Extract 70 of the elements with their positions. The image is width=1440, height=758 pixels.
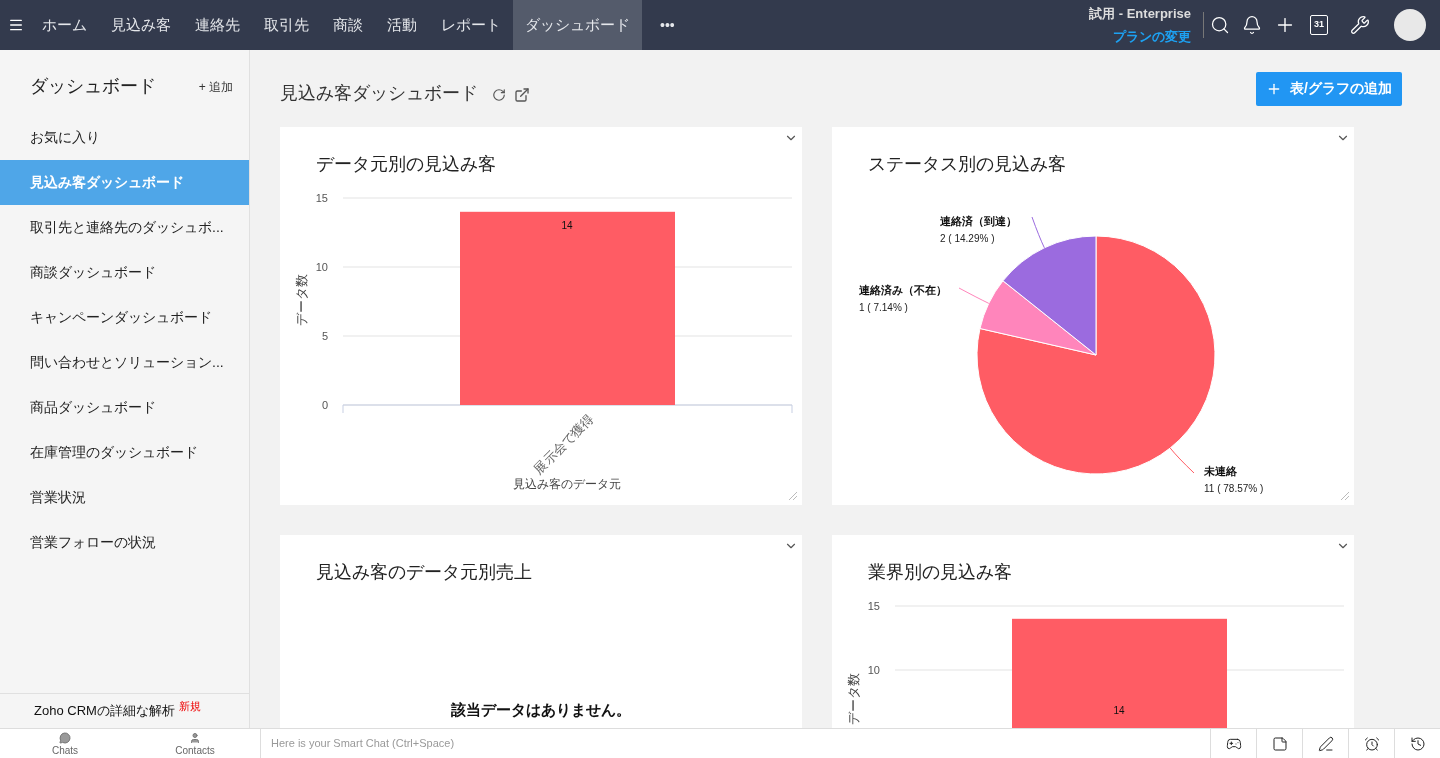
refresh-icon[interactable] [492, 87, 506, 102]
page-title: 見込み客ダッシュボード [280, 82, 478, 105]
slice-value-label: 11 ( 78.57% ) [1204, 483, 1264, 494]
nav-tab[interactable]: 見込み客 [99, 0, 183, 50]
calendar-icon[interactable]: 31 [1310, 15, 1328, 35]
nav-tab[interactable]: 活動 [375, 0, 429, 50]
external-link-icon[interactable] [514, 86, 530, 103]
y-axis-title: データ数 [294, 274, 309, 326]
new-label: 新規 [178, 698, 201, 714]
more-button[interactable]: ••• [660, 14, 675, 36]
axis-tick-label: 15 [315, 192, 328, 204]
slice-value-label: 2 ( 14.29% ) [940, 233, 995, 244]
add-link[interactable]: + 追加 [198, 77, 233, 96]
pen-icon[interactable] [1317, 735, 1334, 752]
bar-value-label: 14 [1113, 705, 1125, 716]
axis-tick-label: 5 [321, 330, 328, 342]
empty-message: 該当データはありません。 [451, 700, 631, 720]
sidebar-item[interactable]: 商品ダッシュボード [0, 385, 249, 430]
nav-tab[interactable]: レポート [429, 0, 513, 50]
bell-icon[interactable] [1242, 15, 1262, 35]
change-plan-link[interactable]: プランの変更 [1113, 27, 1191, 47]
card-title: 業界別の見込み客 [868, 563, 1012, 581]
card-title: データ元別の見込み客 [316, 155, 496, 173]
y-axis-title: データ数 [846, 673, 861, 725]
bar-value-label: 14 [561, 219, 573, 231]
sidebar-item[interactable]: 取引先と連絡先のダッシュボ... [0, 205, 249, 250]
sidebar-title: ダッシュボード [30, 75, 156, 98]
analytics-link[interactable]: Zoho CRMの詳細な解析 [34, 701, 175, 721]
sidebar-item[interactable]: キャンペーンダッシュボード [0, 295, 249, 340]
search-icon[interactable] [1210, 15, 1230, 35]
axis-tick-label: 10 [315, 261, 328, 273]
sidebar-item[interactable]: 商談ダッシュボード [0, 250, 249, 295]
avatar[interactable] [1394, 9, 1426, 41]
chat-tab[interactable]: Contacts [130, 729, 260, 758]
sidebar-item[interactable]: 営業フォローの状況 [0, 520, 249, 565]
nav-tab[interactable]: 取引先 [252, 0, 321, 50]
nav-tab[interactable]: ホーム [30, 0, 99, 50]
slice-label: 未連絡 [1204, 465, 1237, 477]
axis-tick-label: 0 [321, 399, 328, 411]
person-icon [189, 731, 201, 744]
nav-tab[interactable]: 商談 [321, 0, 375, 50]
nav-tab[interactable]: ダッシュボード [513, 0, 642, 50]
chat-tab[interactable]: Chats [0, 729, 130, 758]
category-label: 展示会で獲得 [530, 410, 597, 477]
wrench-icon[interactable] [1350, 15, 1370, 35]
note-icon[interactable] [1271, 735, 1288, 752]
axis-tick-label: 15 [867, 600, 880, 612]
sidebar-item[interactable]: 問い合わせとソリューション... [0, 340, 249, 385]
history-icon[interactable] [1409, 735, 1426, 752]
resize-handle-icon[interactable] [786, 489, 798, 501]
x-axis-title: 見込み客のデータ元 [513, 477, 621, 491]
sidebar-item[interactable]: 在庫管理のダッシュボード [0, 430, 249, 475]
chat-icon [59, 731, 71, 744]
leader-line [1169, 447, 1195, 474]
slice-label: 連絡済み（不在） [859, 284, 947, 296]
leader-line [1031, 216, 1045, 249]
sidebar-item[interactable]: 営業状況 [0, 475, 249, 520]
slice-value-label: 1 ( 7.14% ) [859, 302, 908, 313]
smart-chat-field[interactable]: Here is your Smart Chat (Ctrl+Space) [261, 729, 1210, 758]
alarm-clock-icon[interactable] [1363, 735, 1380, 752]
card-title: 見込み客のデータ元別売上 [316, 563, 532, 581]
resize-handle-icon[interactable] [1338, 489, 1350, 501]
leader-line [958, 287, 990, 304]
card-title: ステータス別の見込み客 [868, 155, 1066, 173]
axis-tick-label: 10 [867, 664, 880, 676]
slice-label: 連絡済（到達） [940, 215, 1017, 227]
menu-icon[interactable] [8, 17, 24, 33]
plan-label: 試用 - Enterprise [1089, 4, 1191, 23]
nav-tab[interactable]: 連絡先 [183, 0, 252, 50]
sidebar-item[interactable]: お気に入り [0, 115, 249, 160]
